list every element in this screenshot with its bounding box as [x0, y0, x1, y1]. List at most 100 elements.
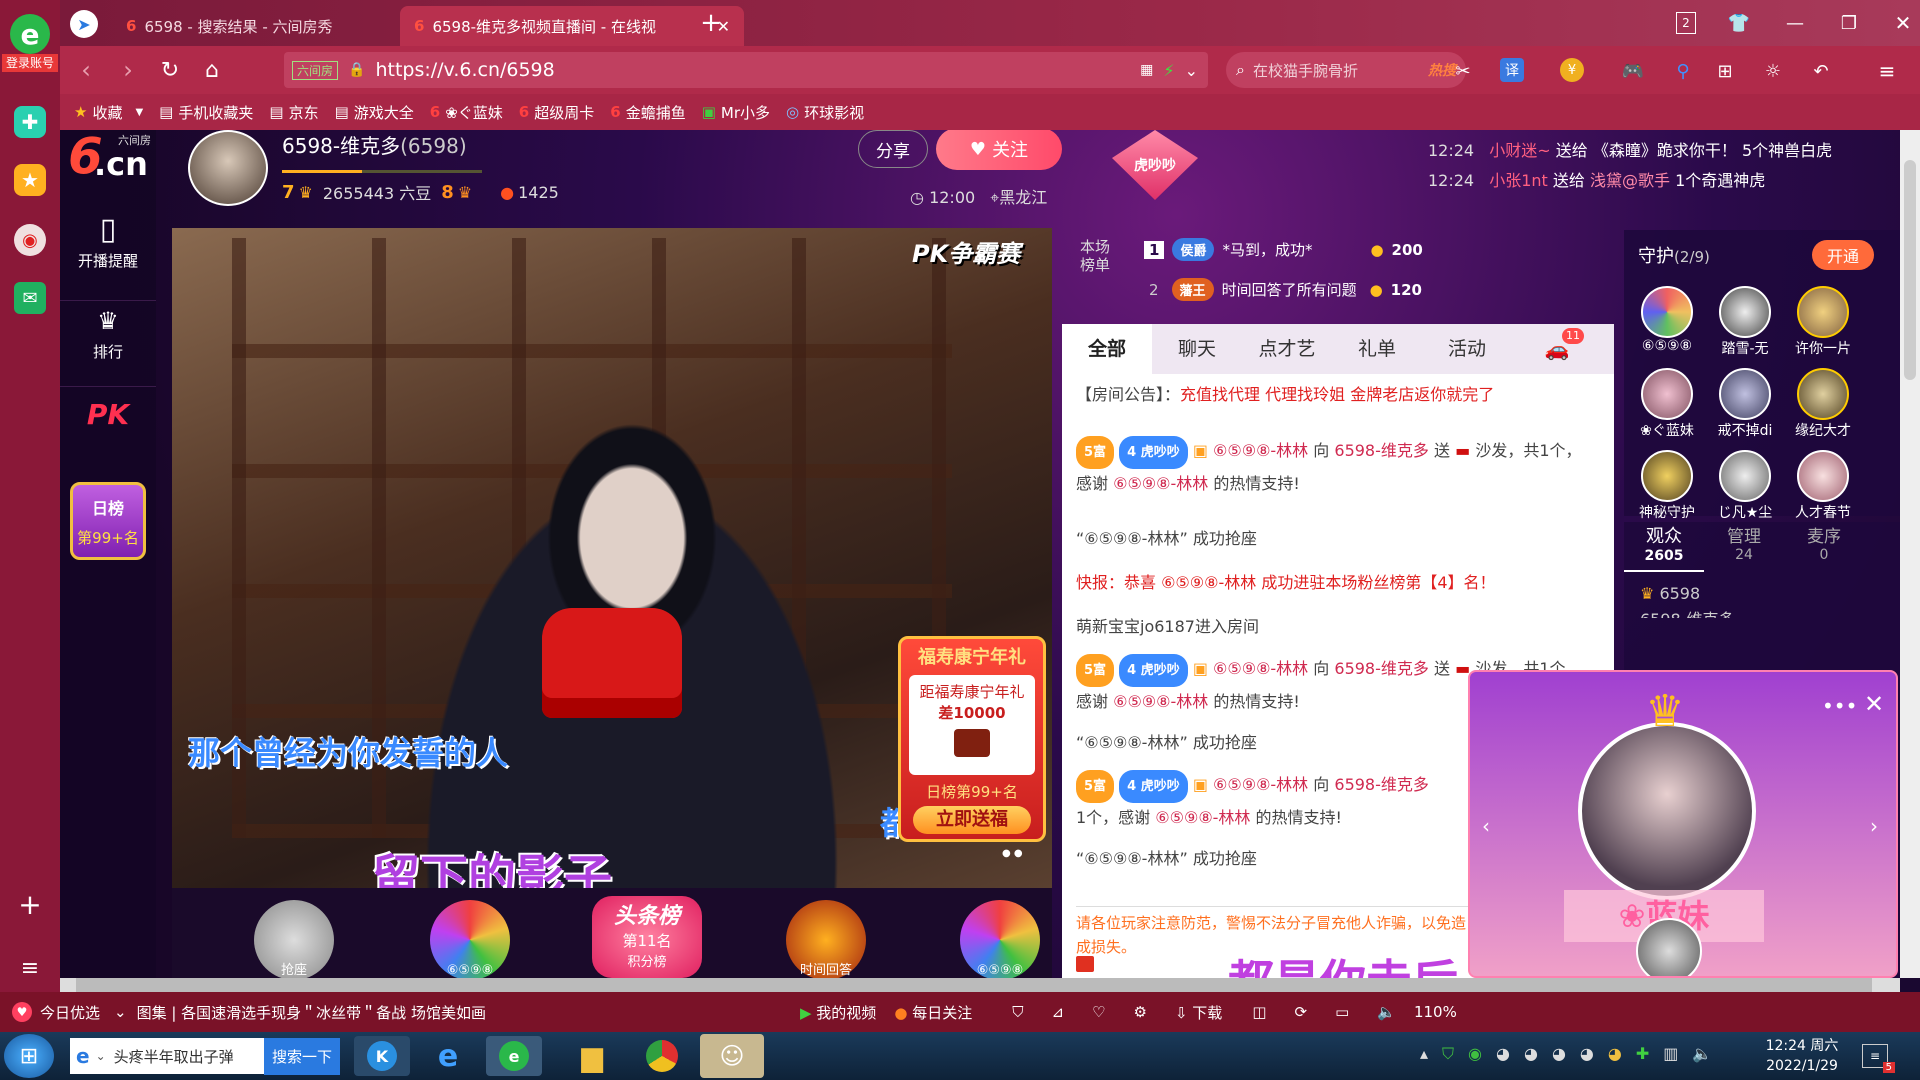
tab-search-results[interactable]: 6 6598 - 搜索结果 - 六间房秀 [112, 6, 384, 46]
today-picks[interactable]: 今日优选 [40, 1002, 100, 1023]
chart-icon[interactable]: ⊿ [1051, 1003, 1064, 1021]
news-ticker[interactable]: 图集 | 各国速滑选手现身＂冰丝带＂备战 场馆美如画 [137, 1002, 486, 1023]
chevron-down-icon[interactable]: ⌄ [114, 1003, 127, 1021]
taskbar-search-input[interactable]: 头疼半年取出子弹 [114, 1046, 264, 1067]
chrome-icon[interactable] [634, 1036, 690, 1076]
vertical-scrollbar[interactable] [1900, 130, 1920, 978]
kugou-icon[interactable]: K [354, 1036, 410, 1076]
minimize-icon[interactable]: — [1782, 10, 1808, 36]
horizontal-scrollbar[interactable] [60, 978, 1900, 992]
open-guard-button[interactable]: 开通 [1812, 240, 1874, 270]
taskbar-search[interactable]: e ⌄ 头疼半年取出子弹 搜索一下 [70, 1037, 340, 1075]
carousel-dots[interactable]: ● ● [1002, 848, 1023, 859]
leaderboard-row[interactable]: 1 侯爵 *马到，成功* ● 200 [1144, 238, 1444, 261]
bottom-item-headline-rank[interactable]: 头条榜 第11名 积分榜 [592, 896, 702, 978]
guard-member[interactable]: 神秘守护 [1628, 450, 1706, 522]
guard-member[interactable]: じ凡★尘 [1706, 450, 1784, 522]
floating-video-popup[interactable]: ♛ ••• ✕ ‹ › ❀蓝妹 [1468, 670, 1898, 978]
popup-next-icon[interactable]: › [1870, 814, 1878, 838]
search-box[interactable]: ⌕ 在校猫手腕骨折 热搜 [1226, 52, 1466, 88]
share-button[interactable]: 分享 [858, 130, 928, 168]
magnifier-icon[interactable]: ⚲ [1670, 58, 1696, 84]
tiger-badge[interactable]: 虎吵吵 [1112, 130, 1198, 200]
tray-plus-icon[interactable]: ✚ [1636, 1044, 1649, 1064]
gift-user[interactable]: 小张1nt [1489, 171, 1548, 190]
gift-target[interactable]: 浅黛@歌手 [1590, 171, 1670, 190]
chat-user[interactable]: ⑥⑤⑨⑧-林林 [1113, 692, 1208, 711]
tray-qq-icon[interactable]: ◕ [1580, 1044, 1594, 1064]
tab-mic-queue[interactable]: 麦序 0 [1784, 522, 1864, 572]
send-blessing-button[interactable]: 立即送福 [913, 806, 1031, 834]
brightness-icon[interactable]: ☼ [1760, 58, 1786, 84]
reload-icon[interactable]: ↻ [156, 56, 184, 84]
new-year-gift-promo[interactable]: 福寿康宁年礼 距福寿康宁年礼 差10000 日榜第99+名 立即送福 [898, 636, 1046, 842]
tray-qq-icon[interactable]: ◕ [1552, 1044, 1566, 1064]
app-icon[interactable]: ☺ [700, 1034, 764, 1078]
scissors-icon[interactable]: ✂ [1450, 58, 1476, 84]
gamepad-icon[interactable]: 🎮 [1620, 58, 1646, 84]
lightning-icon[interactable]: ⚡ [1163, 61, 1174, 80]
main-menu-icon[interactable]: ≡ [1874, 58, 1900, 84]
sound-icon[interactable]: ◫ [1252, 1003, 1266, 1021]
start-button[interactable]: ⊞ [4, 1034, 54, 1078]
dropdown-icon[interactable]: ⌄ [1185, 61, 1198, 80]
close-popup-icon[interactable]: ✕ [1864, 690, 1884, 718]
browser-logo-icon[interactable]: e [10, 14, 50, 54]
search-input[interactable]: 在校猫手腕骨折 [1253, 60, 1420, 81]
sidebar-item-pk[interactable]: PK [60, 386, 156, 446]
sidebar-item-ranking[interactable]: ♛ 排行 [60, 300, 156, 372]
popup-prev-icon[interactable]: ‹ [1482, 814, 1490, 838]
bookmark-games[interactable]: ▤ 游戏大全 [335, 102, 414, 123]
guard-member[interactable]: 许你一片 [1784, 286, 1862, 358]
home-icon[interactable]: ⌂ [198, 56, 226, 84]
guard-member[interactable]: 缘纪大才 [1784, 368, 1862, 440]
add-icon[interactable]: + [14, 888, 46, 921]
folder-icon[interactable]: ▆ [564, 1036, 620, 1076]
weibo-icon[interactable]: ◉ [14, 224, 46, 256]
gift-user[interactable]: 小财迷~ [1489, 141, 1550, 160]
more-icon[interactable]: ••• [1822, 694, 1857, 718]
tray-network-icon[interactable]: ▥ [1663, 1044, 1678, 1064]
speaker-icon[interactable] [1076, 956, 1094, 972]
chat-user[interactable]: ⑥⑤⑨⑧-林林 [1213, 441, 1308, 460]
daily-rank-badge[interactable]: 日榜 第99+名 [70, 482, 146, 560]
shirt-icon[interactable]: 👕 [1726, 10, 1752, 36]
taskbar-search-button[interactable]: 搜索一下 [263, 1037, 340, 1075]
heart-outline-icon[interactable]: ♡ [1092, 1003, 1105, 1021]
bookmark-weekly-card[interactable]: 6 超级周卡 [519, 102, 594, 123]
restore-icon[interactable]: ❐ [1836, 10, 1862, 36]
taskbar-clock[interactable]: 12:24 周六 2022/1/29 [1752, 1036, 1852, 1076]
leaderboard-title[interactable]: 本场榜单 [1080, 238, 1120, 274]
guard-member[interactable]: ❀ぐ蓝妹 [1628, 368, 1706, 440]
site-logo[interactable]: 6 .cn 六间房 [66, 130, 152, 186]
chat-user[interactable]: ⑥⑤⑨⑧-林林 [1213, 775, 1308, 794]
bookmark-global-video[interactable]: ◎ 环球影视 [786, 102, 864, 123]
bookmark-favorites[interactable]: ★ 收藏 ▼ [74, 102, 143, 123]
window-icon[interactable]: ▭ [1335, 1003, 1349, 1021]
zoom-level[interactable]: 110% [1414, 1003, 1457, 1021]
guard-member[interactable]: 踏雪-无 [1706, 286, 1784, 358]
tab-talent[interactable]: 点才艺 [1242, 324, 1332, 374]
notification-icon[interactable]: ≡ 5 [1862, 1044, 1895, 1073]
bottom-item-wheel-2[interactable]: ⑥⑤⑨⑧ [960, 900, 1040, 978]
audience-user[interactable]: ♛ 6598 [1640, 584, 1700, 603]
car-tab[interactable]: 🚗 11 [1512, 324, 1602, 374]
bookmark-mr-xiaoduo[interactable]: ▣ Mr小多 [702, 102, 770, 123]
bookmark-lanmei[interactable]: 6 ❀ぐ蓝妹 [430, 102, 503, 123]
guard-member[interactable]: 人才春节 [1784, 450, 1862, 522]
chat-user[interactable]: ⑥⑤⑨⑧-林林 [1213, 659, 1308, 678]
speaker-icon[interactable]: 🔈 [1377, 1003, 1396, 1021]
bottom-item-wheel-1[interactable]: ⑥⑤⑨⑧ [430, 900, 510, 978]
download[interactable]: ⇩ 下载 [1175, 1002, 1222, 1023]
tray-qq-icon[interactable]: ◕ [1496, 1044, 1510, 1064]
shield-icon[interactable]: ⛉ [1012, 1003, 1023, 1021]
chat-target[interactable]: 6598-维克多 [1334, 441, 1429, 460]
leaderboard-row[interactable]: 2 藩王 时间回答了所有问题 ● 120 [1144, 278, 1444, 301]
chat-user[interactable]: ⑥⑤⑨⑧-林林 [1155, 808, 1250, 827]
tab-gift-list[interactable]: 礼单 [1332, 324, 1422, 374]
video-player[interactable]: PK争霸赛 那个曾经为你发誓的人 都再 留下的影子 福寿康宁年礼 距福寿康宁年礼… [172, 228, 1052, 888]
chat-target[interactable]: 6598-维克多 [1334, 659, 1429, 678]
undo-icon[interactable]: ↶ [1808, 58, 1834, 84]
tray-app-icon[interactable]: ◕ [1608, 1044, 1622, 1064]
tab-live-room[interactable]: 6 6598-维克多视频直播间 - 在线视 ✕ [400, 6, 744, 46]
